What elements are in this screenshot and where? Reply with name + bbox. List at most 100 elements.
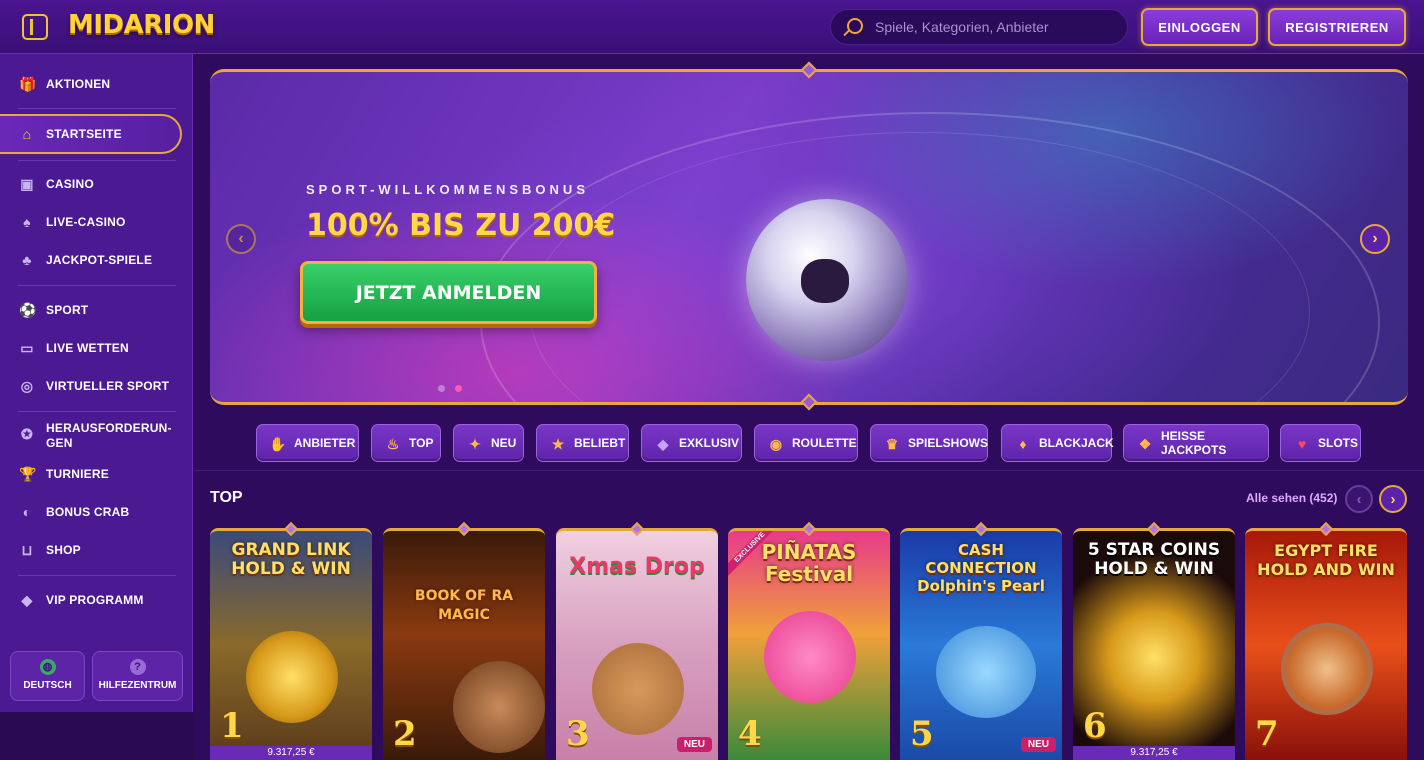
sidebar-item-label: BONUS CRAB	[46, 505, 130, 519]
sidebar-item-label: TURNIERE	[46, 467, 109, 481]
category-label: BLACKJACK	[1039, 436, 1114, 450]
show-icon: ♛	[885, 436, 899, 452]
sidebar-item-shop[interactable]: ⊔ SHOP	[0, 532, 193, 568]
category-exklusiv[interactable]: ◆ EXKLUSIV	[641, 424, 742, 462]
sidebar-item-bonus-crab[interactable]: ◐ BONUS CRAB	[0, 494, 193, 530]
sidebar-item-turniere[interactable]: 🏆 TURNIERE	[0, 456, 193, 492]
sidebar-item-label: VIRTUELLER SPORT	[46, 379, 170, 393]
carousel-prev-icon[interactable]: ‹	[1345, 485, 1373, 513]
sidebar-item-startseite[interactable]: ⌂ STARTSEITE	[0, 114, 182, 154]
sidebar-item-label: SHOP	[46, 543, 81, 557]
game-art	[1281, 623, 1373, 715]
cards-icon: ♠	[23, 214, 31, 230]
provider-icon: ✋	[269, 436, 287, 452]
language-button[interactable]: ◍ DEUTSCH	[10, 651, 85, 701]
category-spielshows[interactable]: ♛ SPIELSHOWS	[870, 424, 988, 462]
category-neu[interactable]: ✦ NEU	[453, 424, 524, 462]
hero-dot[interactable]	[438, 385, 445, 392]
game-art	[936, 626, 1036, 718]
live-icon: ▭	[20, 340, 34, 356]
carousel-next-icon[interactable]: ›	[1379, 485, 1407, 513]
game-card[interactable]: 5 STAR COINS HOLD & WIN 6 9.317,25 €	[1073, 528, 1235, 760]
category-beliebt[interactable]: ★ BELIEBT	[536, 424, 629, 462]
hero-pagination	[438, 385, 462, 392]
game-art	[592, 643, 684, 735]
sidebar-item-label: VIP PROGRAMM	[46, 593, 144, 607]
soccer-ball-image	[746, 199, 908, 361]
fire-icon: ♨	[386, 436, 400, 452]
game-rank: 5	[910, 714, 934, 754]
game-rank: 3	[566, 714, 590, 754]
crab-icon: ◐	[22, 504, 32, 520]
sidebar-divider	[18, 575, 176, 576]
star-icon: ★	[551, 436, 565, 452]
game-rank: 6	[1083, 706, 1107, 746]
sidebar-item-label: CASINO	[46, 177, 94, 191]
sidebar-toggle-icon[interactable]	[22, 14, 48, 40]
sidebar-item-label: HERAUSFORDERUN-GEN	[46, 421, 172, 450]
sidebar-item-vip[interactable]: ◆ VIP PROGRAMM	[0, 582, 193, 618]
sidebar-item-label: LIVE WETTEN	[46, 341, 129, 355]
category-label: TOP	[409, 436, 434, 450]
sidebar-item-sport[interactable]: ⚽ SPORT	[0, 292, 193, 328]
trophy-icon: 🏆	[19, 466, 37, 482]
home-icon: ⌂	[22, 126, 32, 142]
question-icon: ?	[129, 659, 146, 675]
sidebar-item-herausforderungen[interactable]: ✪ HERAUSFORDERUN-GEN	[0, 416, 193, 456]
game-card[interactable]: BOOK OF RA MAGIC 2	[383, 528, 545, 760]
new-icon: ✦	[469, 436, 481, 452]
top-header: MIDARION EINLOGGEN REGISTRIEREN	[0, 0, 1424, 54]
help-label: HILFEZENTRUM	[98, 680, 177, 691]
hero-banner[interactable]: SPORT-WILLKOMMENSBONUS 100% BIS ZU 200€ …	[210, 69, 1408, 405]
site-logo[interactable]: MIDARION	[68, 10, 215, 44]
game-title: 5 STAR COINS HOLD & WIN	[1087, 540, 1221, 579]
category-top[interactable]: ♨ TOP	[371, 424, 441, 462]
sidebar-item-casino[interactable]: ▣ CASINO	[0, 166, 193, 202]
game-art	[764, 611, 856, 703]
cherry-icon: ♥	[1297, 436, 1307, 452]
sidebar-item-jackpot[interactable]: ♣ JACKPOT-SPIELE	[0, 242, 193, 278]
sidebar-item-aktionen[interactable]: 🎁 AKTIONEN	[0, 66, 193, 102]
see-all-link[interactable]: Alle sehen (452)	[1246, 491, 1337, 505]
category-label: ROULETTE	[792, 436, 857, 450]
help-center-button[interactable]: ? HILFEZENTRUM	[92, 651, 183, 701]
sidebar-item-live-casino[interactable]: ♠ LIVE-CASINO	[0, 204, 193, 240]
login-button[interactable]: EINLOGGEN	[1141, 8, 1258, 46]
game-card[interactable]: CASH CONNECTION Dolphin's Pearl 5 NEU	[900, 528, 1062, 760]
game-card[interactable]: EGYPT FIRE HOLD AND WIN 7	[1245, 528, 1407, 760]
game-card[interactable]: Xmas Drop 3 NEU	[556, 528, 718, 760]
hero-signup-button[interactable]: JETZT ANMELDEN	[300, 261, 597, 324]
category-blackjack[interactable]: ♦ BLACKJACK	[1001, 424, 1114, 462]
slot-machine-icon: ▣	[20, 176, 34, 192]
new-badge: NEU	[676, 737, 712, 752]
game-title: GRAND LINK HOLD & WIN	[231, 540, 351, 579]
gamepad-icon: ◎	[20, 378, 34, 394]
sidebar-item-label: AKTIONEN	[46, 77, 111, 91]
sidebar-item-live-wetten[interactable]: ▭ LIVE WETTEN	[0, 330, 193, 366]
game-card[interactable]: GRAND LINK HOLD & WIN 1 9.317,25 €	[210, 528, 372, 760]
category-heisse-jackpots[interactable]: ❖ HEISSE JACKPOTS	[1123, 424, 1269, 462]
category-label: HEISSE JACKPOTS	[1161, 429, 1227, 457]
register-button[interactable]: REGISTRIEREN	[1268, 8, 1406, 46]
search-box[interactable]	[830, 9, 1128, 45]
hero-subtitle: SPORT-WILLKOMMENSBONUS	[306, 182, 589, 197]
game-art	[246, 631, 338, 723]
hero-title: 100% BIS ZU 200€	[306, 208, 616, 243]
gem-icon: ◆	[657, 436, 669, 452]
search-input[interactable]	[875, 10, 1115, 44]
hero-prev-arrow-icon[interactable]: ‹	[226, 224, 256, 254]
category-slots[interactable]: ♥ SLOTS	[1280, 424, 1361, 462]
medal-icon: ✪	[21, 426, 33, 442]
sidebar-item-virtueller-sport[interactable]: ◎ VIRTUELLER SPORT	[0, 368, 193, 404]
category-label: ANBIETER	[294, 436, 356, 450]
sidebar-item-label: STARTSEITE	[46, 127, 122, 141]
game-rank: 1	[220, 706, 244, 746]
language-label: DEUTSCH	[23, 680, 72, 691]
game-card[interactable]: EXCLUSIVE PIÑATAS Festival 4	[728, 528, 890, 760]
category-roulette[interactable]: ◉ ROULETTE	[754, 424, 858, 462]
hero-next-arrow-icon[interactable]: ›	[1360, 224, 1390, 254]
globe-icon: ◍	[39, 659, 56, 675]
hero-dot-active[interactable]	[455, 385, 462, 392]
category-anbieter[interactable]: ✋ ANBIETER	[256, 424, 359, 462]
roulette-icon: ◉	[769, 436, 783, 452]
